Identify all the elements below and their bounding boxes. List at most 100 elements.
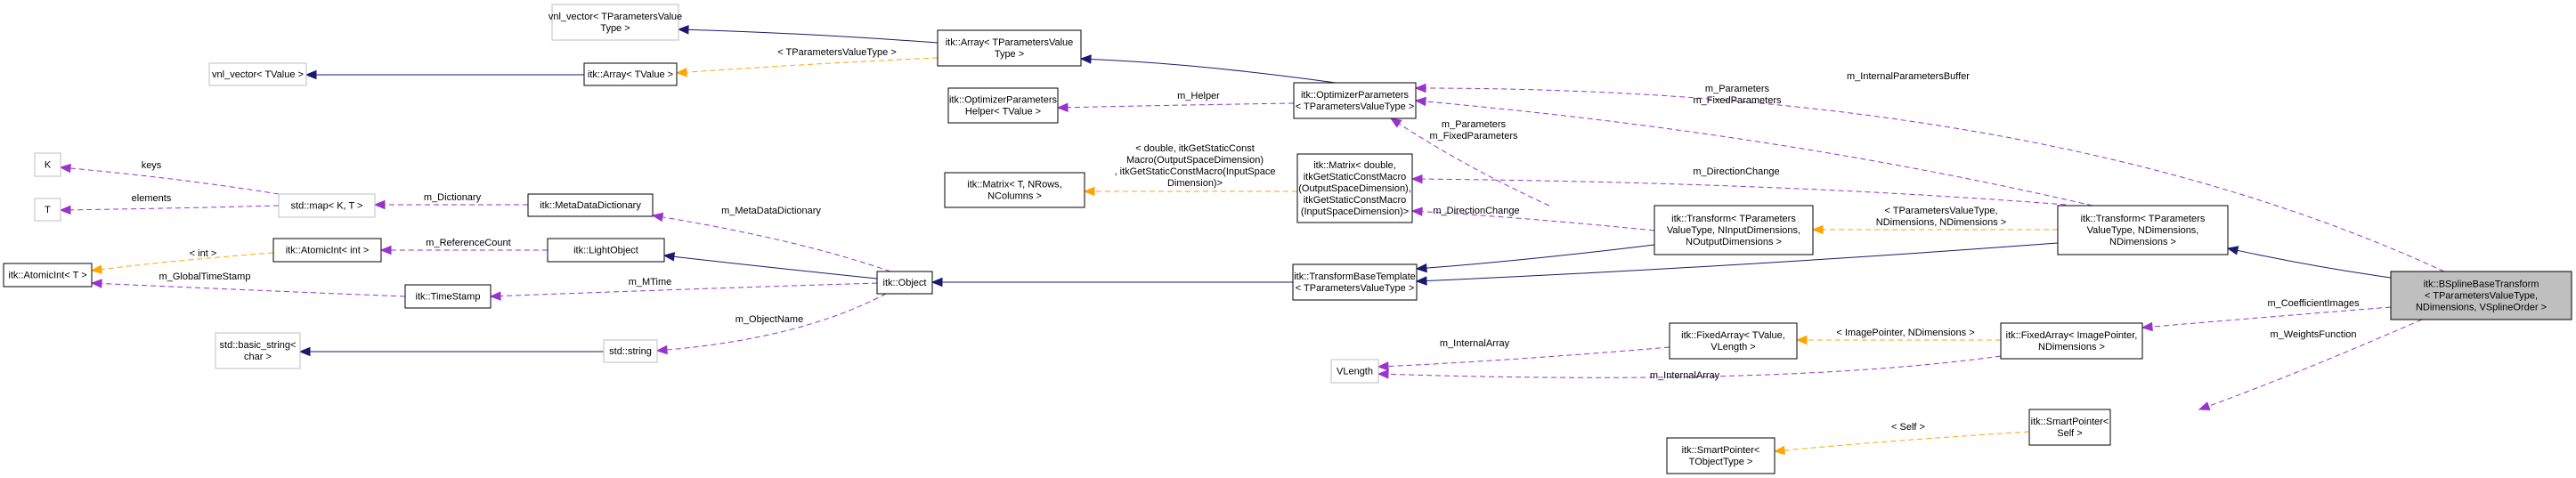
class-box (944, 172, 1085, 208)
arrowhead-icon (2141, 321, 2153, 332)
edge-label: m_MTime (629, 277, 671, 288)
class-node-matrix-double[interactable]: itk::Matrix< double, itkGetStaticConstMac… (1296, 153, 1413, 223)
edge-label: elements (132, 193, 172, 204)
edge-label: m_InternalParametersBuffer (1847, 71, 1970, 82)
arrowhead-icon (489, 291, 501, 301)
edge-array_tpvt-to-array_tvalue (675, 57, 939, 77)
class-node-atomicint-t[interactable]: itk::AtomicInt< T > (3, 263, 93, 288)
class-name-line: itk::LightObject (573, 246, 638, 256)
edge-line (101, 252, 274, 271)
class-name: VLength (1337, 367, 1373, 377)
edge-transform_nd-to-opt_params (1414, 96, 2093, 207)
class-name-line: < TParametersValueType > (1296, 101, 1415, 112)
class-node-transform-nd[interactable]: itk::Transform< TParameters ValueType, ND… (2057, 205, 2229, 255)
edge-bspline_base_transform-to-transform_nd (2226, 246, 2392, 279)
class-node-matrix-generic[interactable]: itk::Matrix< T, NRows, NColumns > (944, 172, 1085, 208)
edge-line (673, 255, 878, 280)
arrowhead-icon (1773, 445, 1785, 456)
edge-label-line: elements (132, 193, 172, 204)
edge-label-line: m_DirectionChange (1433, 206, 1519, 216)
edge-line (1421, 178, 2067, 206)
edge-label: m_MetaDataDictionary (721, 206, 821, 216)
class-node-smartptr-tobject[interactable]: itk::SmartPointer< TObjectType > (1666, 437, 1776, 474)
class-name: itk::TransformBaseTemplate < TParametersV… (1294, 271, 1416, 294)
class-node-std-string[interactable]: std::string (603, 339, 658, 363)
edge-label-line: m_FixedParameters (1429, 131, 1518, 142)
edge-line (1067, 102, 1295, 109)
class-node-timestamp[interactable]: itk::TimeStamp (404, 284, 492, 309)
class-node-vnl-vector-tpvt[interactable]: vnl_vector< TParametersValue Type > (549, 4, 682, 41)
class-name-line: itk::Object (883, 278, 927, 288)
edge-label-line: m_ObjectName (735, 314, 803, 325)
edge-line (69, 167, 280, 195)
arrowhead-icon (1811, 224, 1824, 235)
edge-label-line: < TParametersValueType, (1884, 206, 1997, 216)
class-node-fixedarray-tvalue[interactable]: itk::FixedArray< TValue, VLength > (1669, 322, 1798, 360)
arrowhead-icon (930, 277, 943, 288)
arrowhead-icon (1083, 186, 1095, 197)
class-node-K[interactable]: K (34, 152, 61, 177)
edge-label-line: m_ReferenceCount (426, 238, 510, 248)
class-node-atomicint-int[interactable]: itk::AtomicInt< int > (272, 238, 382, 263)
arrowhead-icon (1389, 117, 1402, 128)
edge-label-line: < Self > (1891, 422, 1925, 433)
class-node-smartptr-self[interactable]: itk::SmartPointer< Self > (2028, 409, 2111, 446)
class-node-vnl-vector-tvalue[interactable]: vnl_vector< TValue > (208, 62, 307, 86)
class-node-array-tvalue[interactable]: itk::Array< TValue > (583, 62, 678, 86)
class-node-T[interactable]: T (34, 198, 61, 222)
class-name-line: itk::Array< TValue > (588, 69, 673, 80)
class-node-vlength[interactable]: VLength (1330, 359, 1379, 384)
class-box (1666, 437, 1776, 474)
class-name-line: itk::MetaDataDictionary (540, 200, 641, 211)
class-name-line: itk::AtomicInt< int > (286, 246, 370, 256)
arrowhead-icon (305, 69, 317, 80)
class-box (1293, 82, 1417, 119)
edge-label-line: < double, itkGetStaticConst (1135, 143, 1255, 154)
class-name-line: VLength (1337, 367, 1373, 377)
class-node-opt-params[interactable]: itk::OptimizerParameters < TParametersVal… (1293, 82, 1417, 119)
edge-bspline_base_transform-to-opt_params (1414, 83, 2445, 272)
class-node-object[interactable]: itk::Object (876, 271, 933, 295)
arrowhead-icon (90, 279, 102, 288)
class-name-line: Self > (2057, 428, 2082, 439)
class-name-line: itk::SmartPointer< (2031, 417, 2109, 427)
class-node-std-map[interactable]: std::map< K, T > (278, 193, 376, 218)
edge-line (500, 282, 878, 297)
class-name-line: NDimensions > (2038, 342, 2105, 352)
class-name: std::string (609, 346, 652, 357)
edge-label-line: Macro(OutputSpaceDimension) (1126, 155, 1264, 166)
class-name-line: itk::Matrix< T, NRows, (967, 180, 1061, 190)
class-name-line: vnl_vector< TParametersValue (549, 12, 682, 22)
edge-label-line: m_DirectionChange (1693, 166, 1779, 177)
edge-label-line: NDimensions, NDimensions > (1876, 217, 2006, 228)
arrowhead-icon (1056, 102, 1069, 112)
class-name: K (45, 160, 52, 171)
class-name: T (45, 205, 51, 215)
class-name: itk::SmartPointer< TObjectType > (1682, 445, 1760, 467)
edge-label: m_Parameters m_FixedParameters (1693, 84, 1782, 106)
class-name-line: itkGetStaticConstMacro (1304, 195, 1407, 206)
class-box (937, 29, 1082, 67)
edge-label-line: m_InternalParametersBuffer (1847, 71, 1970, 82)
class-name-line: itk::FixedArray< TValue, (1681, 330, 1785, 341)
class-node-array-tpvt[interactable]: itk::Array< TParametersValue Type > (937, 29, 1082, 67)
class-node-fixedarray-imageptr[interactable]: itk::FixedArray< ImagePointer, NDimension… (2000, 322, 2143, 360)
edge-label-line: < ImagePointer, NDimensions > (1836, 328, 1974, 338)
class-node-metadata-dict[interactable]: itk::MetaDataDictionary (527, 193, 654, 217)
class-box (551, 4, 679, 41)
edge-line (69, 205, 280, 211)
class-node-basic-string[interactable]: std::basic_string< char > (215, 332, 301, 369)
class-node-transform-generic[interactable]: itk::Transform< TParameters ValueType, NI… (1654, 205, 1814, 255)
class-node-opt-params-helper[interactable]: itk::OptimizerParameters Helper< TValue > (947, 87, 1059, 124)
class-node-light-object[interactable]: itk::LightObject (547, 238, 665, 263)
class-box (947, 87, 1059, 124)
edge-label-line: m_MetaDataDictionary (721, 206, 821, 216)
edge-label-line: m_MTime (629, 277, 671, 288)
class-name-line: itk::Transform< TParameters (2081, 214, 2206, 224)
class-node-transform-base-template[interactable]: itk::TransformBaseTemplate < TParametersV… (1292, 263, 1418, 301)
edge-object-to-light_object (662, 252, 878, 280)
edge-label: < Self > (1891, 422, 1925, 433)
class-name-line: std::basic_string< (220, 340, 297, 351)
class-node-bspline-base-transform[interactable]: itk::BSplineBaseTransform < TParametersVa… (2390, 271, 2572, 320)
edge-line (101, 282, 406, 297)
